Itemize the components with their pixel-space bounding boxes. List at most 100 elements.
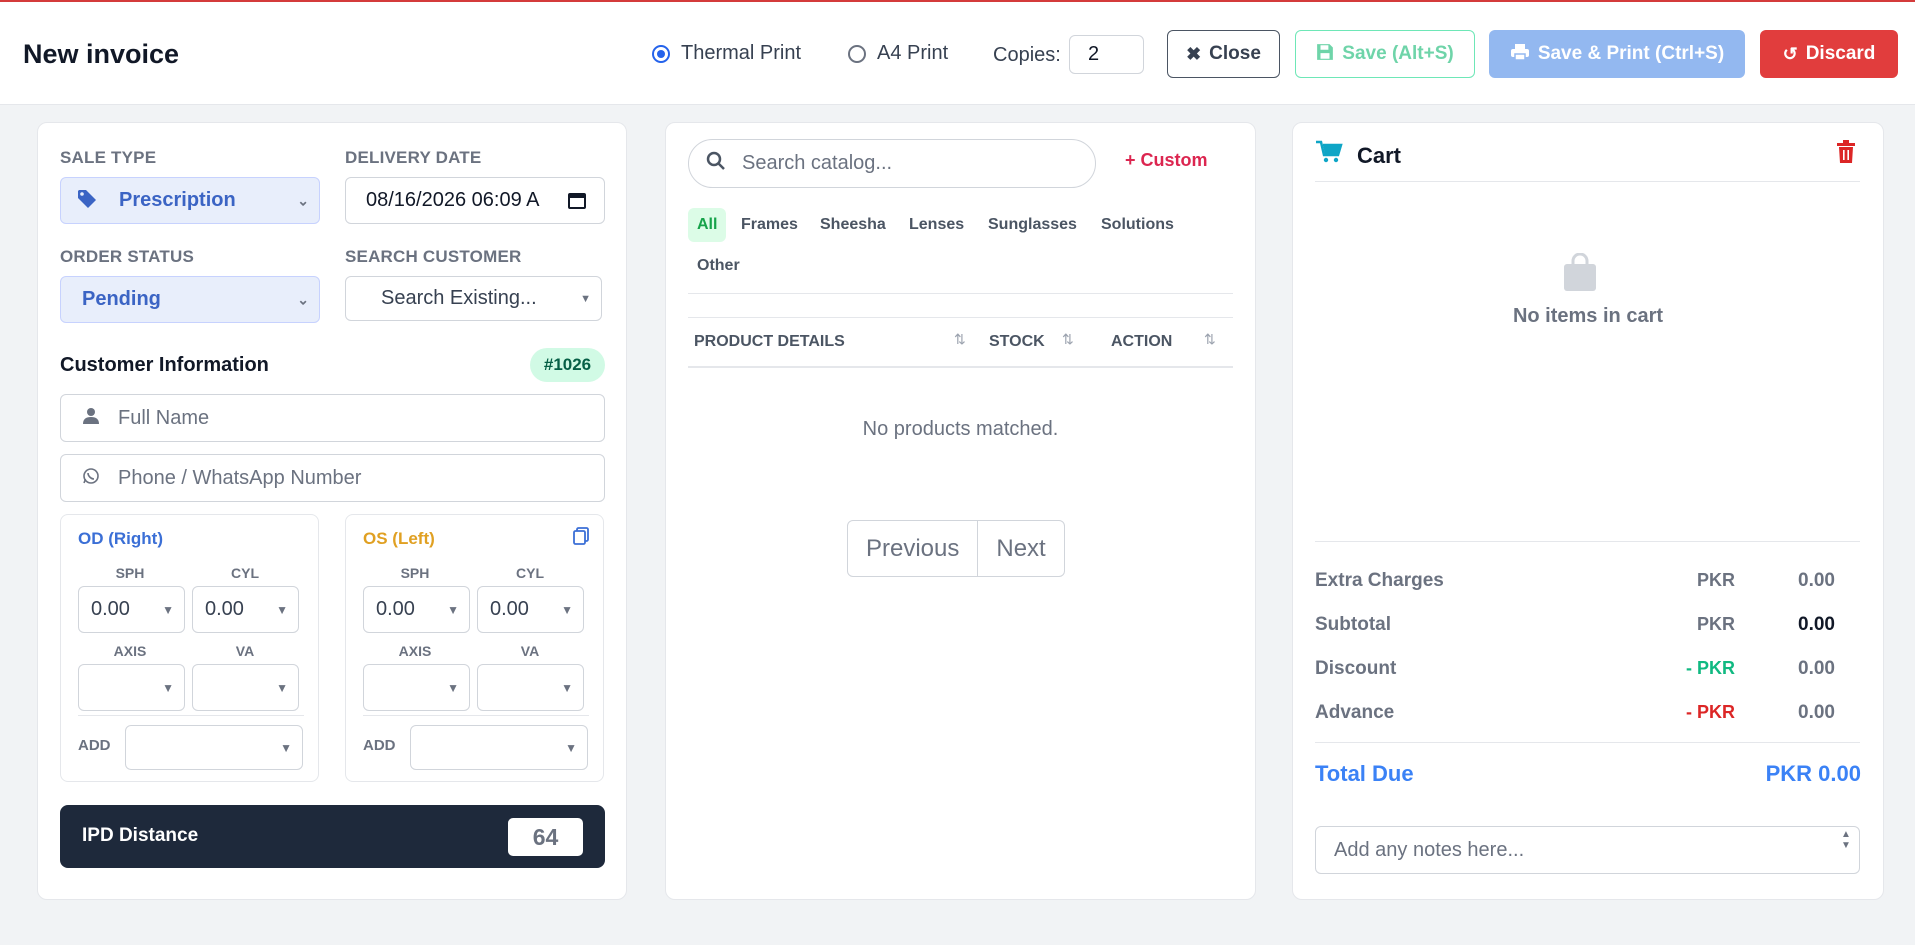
- caret-down-icon: ▼: [561, 602, 573, 617]
- delivery-date-input[interactable]: 08/16/2026 06:09 A: [345, 177, 605, 224]
- calendar-icon[interactable]: [568, 191, 586, 215]
- thermal-print-label: Thermal Print: [681, 42, 802, 64]
- a4-print-label: A4 Print: [877, 42, 949, 64]
- plus-icon: +: [1125, 150, 1136, 170]
- category-chip-frames[interactable]: Frames: [732, 208, 807, 242]
- page-title: New invoice: [23, 39, 180, 69]
- save-print-button[interactable]: Save & Print (Ctrl+S): [1489, 30, 1745, 78]
- bag-icon: [1563, 252, 1597, 296]
- full-name-field[interactable]: Full Name: [60, 394, 605, 442]
- chevron-down-icon: ⌄: [297, 192, 309, 208]
- os-axis-select[interactable]: ▼: [363, 664, 470, 711]
- caret-down-icon: ▼: [447, 680, 459, 695]
- catalog-card: Search catalog... + Custom All Frames Sh…: [665, 122, 1256, 900]
- od-cyl-value: 0.00: [205, 598, 244, 620]
- custom-label: Custom: [1140, 150, 1208, 170]
- caret-down-icon: ▼: [561, 680, 573, 695]
- copies-label: Copies:: [993, 44, 1061, 66]
- ipd-input[interactable]: 64: [508, 818, 583, 856]
- os-axis-label: AXIS: [398, 643, 432, 659]
- discard-label: Discard: [1805, 43, 1876, 64]
- od-add-select[interactable]: ▼: [125, 725, 303, 770]
- phone-field[interactable]: Phone / WhatsApp Number: [60, 454, 605, 502]
- save-icon: [1316, 43, 1334, 66]
- search-customer-select[interactable]: Search Existing... ▼: [345, 276, 602, 321]
- os-sph-label: SPH: [400, 565, 430, 581]
- od-sph-select[interactable]: 0.00 ▼: [78, 586, 185, 633]
- radio-dot-selected[interactable]: [652, 44, 670, 63]
- save-button[interactable]: Save (Alt+S): [1295, 30, 1475, 78]
- chevron-down-icon: ⌄: [297, 291, 309, 307]
- sort-icon[interactable]: ⇅: [954, 331, 966, 348]
- pagination: Previous Next: [847, 520, 1065, 577]
- subtotal-label: Subtotal: [1315, 614, 1391, 635]
- discount-currency: - PKR: [1686, 658, 1735, 678]
- column-header-stock[interactable]: STOCK: [989, 333, 1045, 351]
- previous-button[interactable]: Previous: [848, 521, 979, 576]
- order-status-value: Pending: [82, 288, 161, 310]
- column-header-action[interactable]: ACTION: [1111, 333, 1172, 351]
- sort-icon[interactable]: ⇅: [1062, 331, 1074, 348]
- os-add-select[interactable]: ▼: [410, 725, 588, 770]
- cart-summary-divider: [1315, 541, 1860, 542]
- copies-input[interactable]: 2: [1069, 35, 1144, 74]
- cart-header-divider: [1315, 181, 1860, 182]
- notes-textarea[interactable]: Add any notes here... ▲ ▼: [1315, 826, 1860, 874]
- order-status-label: ORDER STATUS: [60, 247, 194, 266]
- discard-button[interactable]: ↺ Discard: [1760, 30, 1898, 78]
- catalog-search-input[interactable]: Search catalog...: [688, 139, 1096, 188]
- catalog-search-placeholder: Search catalog...: [742, 152, 893, 174]
- tag-icon: [77, 189, 97, 215]
- extra-charges-value[interactable]: 0.00: [1798, 570, 1835, 592]
- os-va-select[interactable]: ▼: [477, 664, 584, 711]
- undo-icon: ↺: [1782, 43, 1798, 64]
- category-chip-other[interactable]: Other: [688, 249, 749, 283]
- table-top-border: [688, 317, 1233, 318]
- radio-dot[interactable]: [848, 44, 866, 63]
- close-button[interactable]: ✖ Close: [1167, 30, 1280, 78]
- category-chip-all[interactable]: All: [688, 208, 727, 242]
- advance-label: Advance: [1315, 702, 1395, 723]
- category-chip-sheesha[interactable]: Sheesha: [811, 208, 895, 242]
- cart-icon: [1315, 140, 1343, 171]
- custom-item-button[interactable]: + Custom: [1125, 150, 1208, 171]
- order-status-select[interactable]: Pending ⌄: [60, 276, 320, 323]
- discount-value[interactable]: 0.00: [1798, 658, 1835, 680]
- od-sph-value: 0.00: [91, 598, 130, 620]
- category-chip-solutions[interactable]: Solutions: [1092, 208, 1183, 242]
- thermal-print-radio[interactable]: Thermal Print: [652, 42, 801, 65]
- sale-type-select[interactable]: Prescription ⌄: [60, 177, 320, 224]
- od-sph-label: SPH: [115, 565, 145, 581]
- textarea-scroll-arrows[interactable]: ▲ ▼: [1837, 829, 1855, 851]
- os-sph-select[interactable]: 0.00 ▼: [363, 586, 470, 633]
- od-cyl-label: CYL: [231, 565, 259, 581]
- category-chip-sunglasses[interactable]: Sunglasses: [979, 208, 1086, 242]
- next-button[interactable]: Next: [978, 521, 1063, 576]
- od-va-select[interactable]: ▼: [192, 664, 299, 711]
- sort-icon[interactable]: ⇅: [1204, 331, 1216, 348]
- catalog-divider: [688, 293, 1233, 294]
- od-cyl-select[interactable]: 0.00 ▼: [192, 586, 299, 633]
- column-header-product[interactable]: PRODUCT DETAILS: [694, 333, 845, 351]
- caret-down-icon: ▼: [276, 680, 288, 695]
- caret-down-icon: ▼: [580, 292, 591, 305]
- discount-label: Discount: [1315, 658, 1397, 679]
- advance-value[interactable]: 0.00: [1798, 702, 1835, 724]
- user-icon: [79, 407, 103, 430]
- od-axis-label: AXIS: [113, 643, 147, 659]
- os-cyl-value: 0.00: [490, 598, 529, 620]
- od-axis-select[interactable]: ▼: [78, 664, 185, 711]
- advance-currency: - PKR: [1686, 702, 1735, 722]
- category-chip-lenses[interactable]: Lenses: [900, 208, 973, 242]
- caret-down-icon: ▼: [447, 602, 459, 617]
- od-right-box: OD (Right) SPH CYL 0.00 ▼ 0.00 ▼ AXIS VA…: [60, 514, 319, 782]
- print-icon: [1510, 43, 1530, 66]
- a4-print-radio[interactable]: A4 Print: [848, 42, 948, 65]
- copy-icon[interactable]: [573, 527, 589, 550]
- trash-icon[interactable]: [1836, 140, 1856, 169]
- od-title: OD (Right): [78, 529, 163, 548]
- empty-cart-message: No items in cart: [1512, 305, 1664, 327]
- delivery-date-label: DELIVERY DATE: [345, 148, 482, 167]
- os-cyl-select[interactable]: 0.00 ▼: [477, 586, 584, 633]
- os-title: OS (Left): [363, 529, 435, 548]
